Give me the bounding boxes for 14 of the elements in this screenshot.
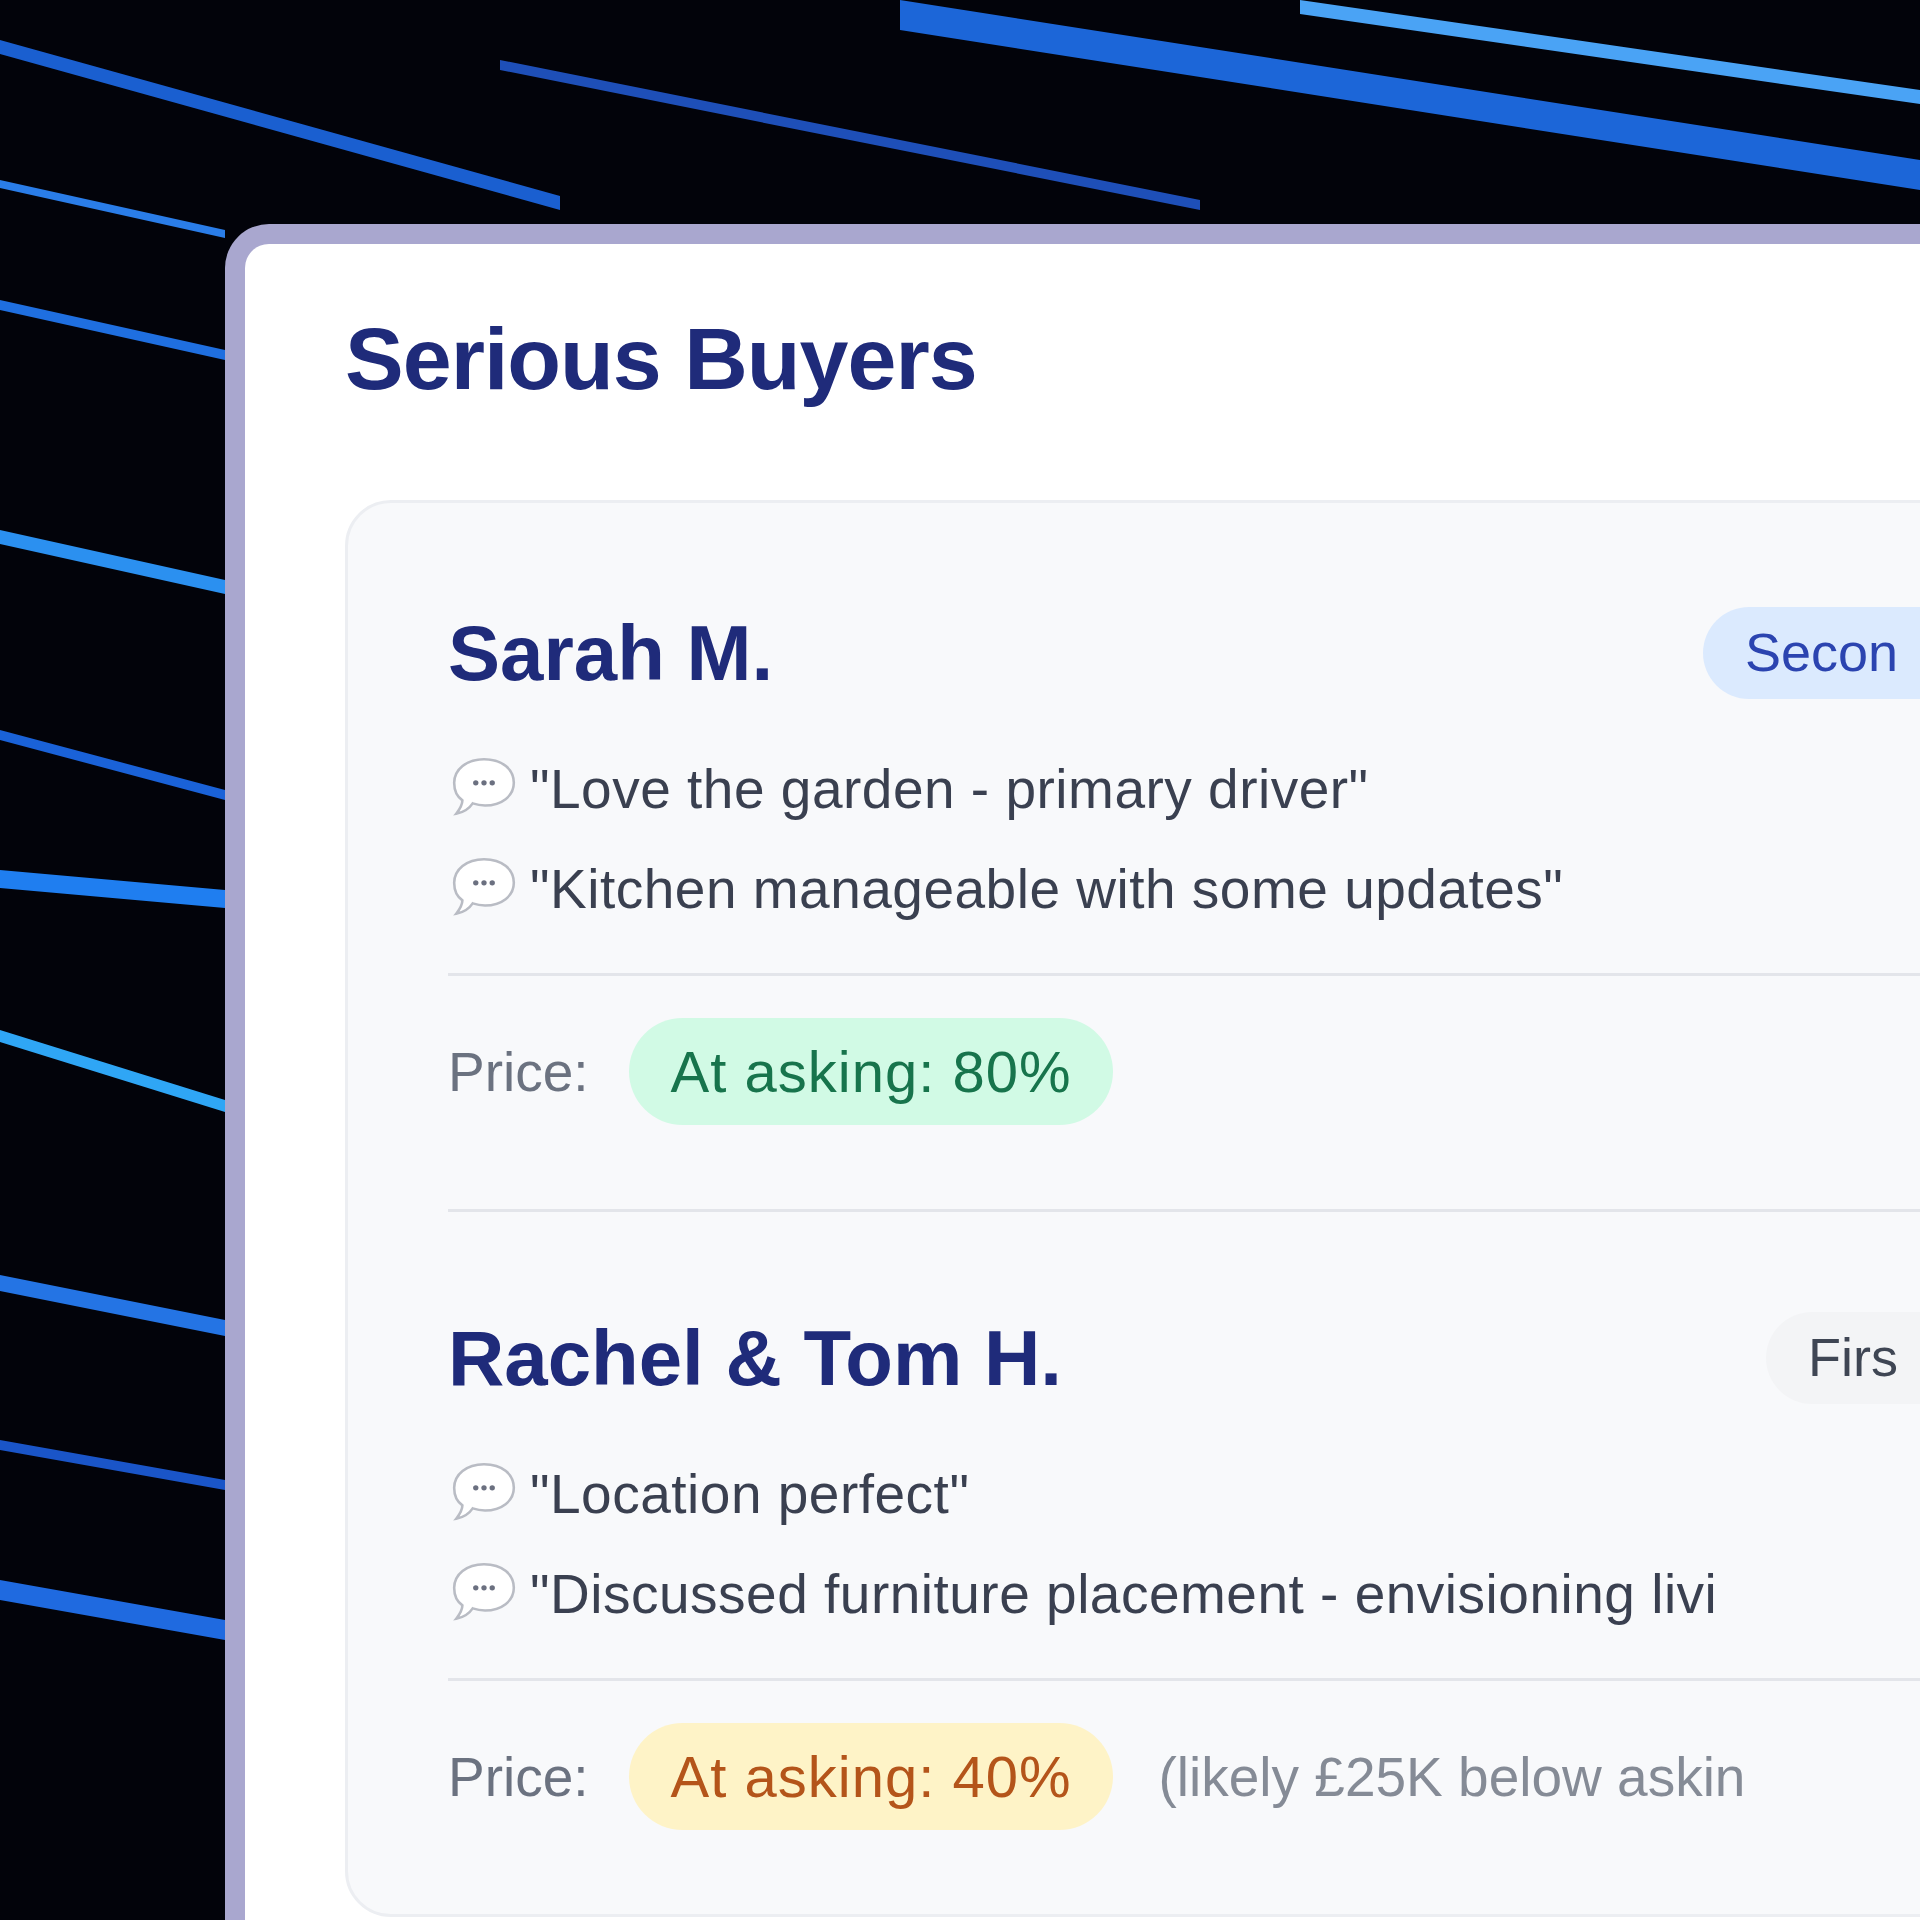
- price-badge: At asking: 80%: [628, 1018, 1114, 1125]
- price-label: Price:: [448, 1744, 589, 1809]
- buyer-comment: "Love the garden - primary driver": [530, 757, 1369, 821]
- stage-badge: Secon: [1702, 607, 1920, 699]
- stage-badge: Firs: [1766, 1312, 1920, 1404]
- price-note: (likely £25K below askin: [1158, 1744, 1746, 1809]
- buyer-comment: "Kitchen manageable with some updates": [530, 857, 1564, 921]
- buyer-comment: "Location perfect": [530, 1462, 970, 1526]
- price-label: Price:: [448, 1039, 589, 1104]
- price-badge: At asking: 40%: [628, 1723, 1114, 1830]
- buyer-name: Rachel & Tom H.: [448, 1312, 1062, 1404]
- buyer-comment: "Discussed furniture placement - envisioning livi: [530, 1562, 1718, 1626]
- buyer-name: Sarah M.: [448, 607, 774, 699]
- section-title: Serious Buyers: [345, 308, 978, 410]
